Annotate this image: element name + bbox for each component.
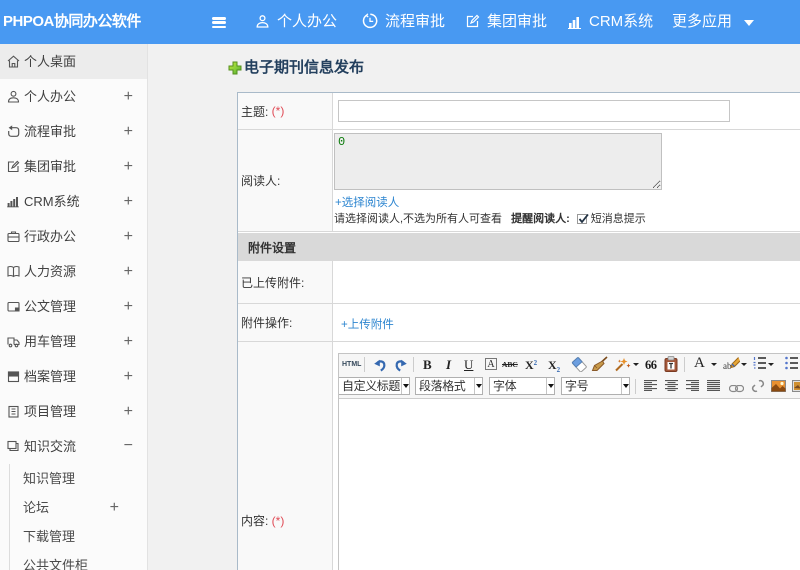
svg-text:ab: ab <box>723 361 732 371</box>
